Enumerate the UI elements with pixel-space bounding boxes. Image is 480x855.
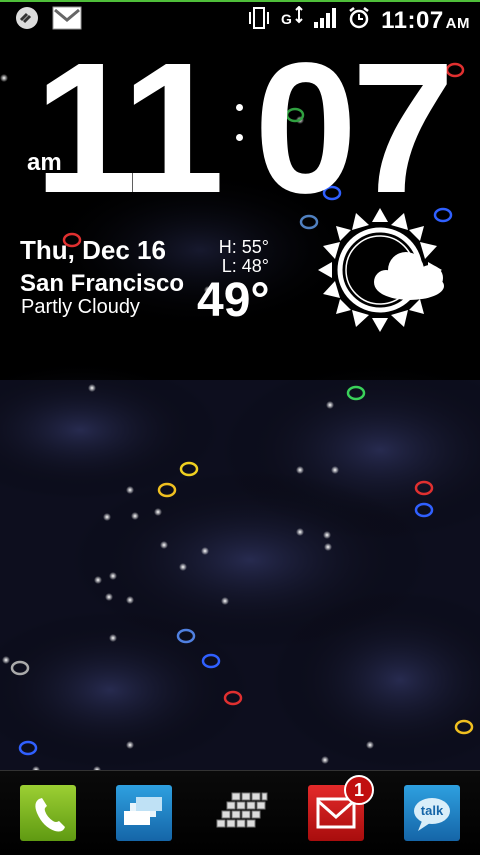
dock-app-drawer[interactable] <box>212 785 268 841</box>
weather-date: Thu, Dec 16 <box>20 235 166 265</box>
status-ampm: AM <box>445 14 470 32</box>
weather-temperature: 49° <box>197 274 270 327</box>
gmail-unread-badge: 1 <box>344 775 374 805</box>
weather-high-low: H: 55° L: 48° <box>211 238 269 276</box>
contacts-icon <box>124 797 162 825</box>
clock-widget[interactable]: am 11 07 <box>0 36 480 222</box>
clock-hours: 11 <box>34 25 225 232</box>
partly-cloudy-icon <box>318 208 444 332</box>
talk-label: talk <box>420 803 444 818</box>
dock-phone[interactable] <box>20 785 76 841</box>
dock-gmail[interactable]: 1 <box>308 775 374 841</box>
dock-bar: 1 talk <box>0 770 480 855</box>
dock-contacts[interactable] <box>116 785 172 841</box>
clock-colon <box>236 104 244 164</box>
clock-minutes: 07 <box>254 25 455 232</box>
phone-icon <box>35 798 65 832</box>
weather-city: San Francisco <box>20 270 185 297</box>
grid-icon <box>216 792 268 828</box>
dock-talk[interactable]: talk <box>404 785 460 841</box>
weather-condition: Partly Cloudy <box>21 296 140 318</box>
weather-high: H: 55° <box>218 237 269 257</box>
